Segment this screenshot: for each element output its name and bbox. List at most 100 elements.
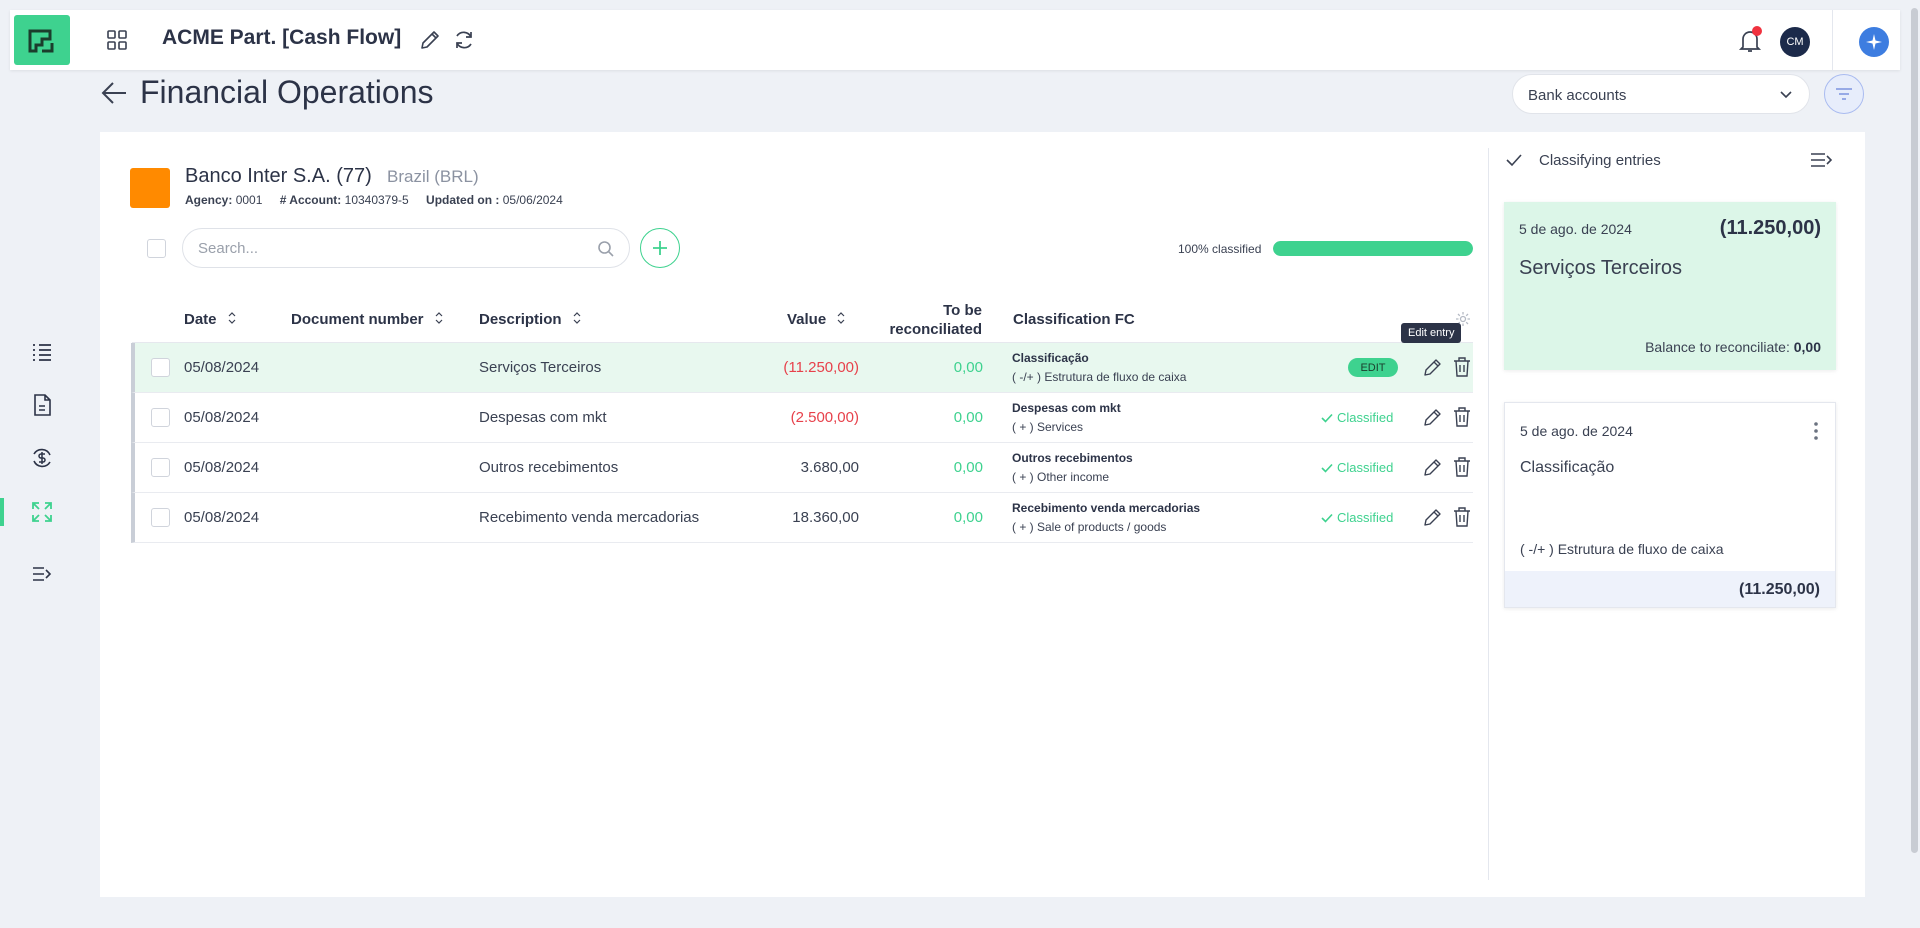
column-header-value[interactable]: Value <box>787 311 846 328</box>
kebab-menu-icon[interactable] <box>1809 421 1823 441</box>
scrollbar-thumb[interactable] <box>1911 8 1918 853</box>
column-header-classification: Classification FC <box>1013 311 1135 328</box>
row-classification-title: Despesas com mkt <box>1012 401 1121 415</box>
edit-entry-pencil-icon[interactable] <box>1422 356 1444 378</box>
app-logo[interactable] <box>14 15 70 65</box>
column-header-document[interactable]: Document number <box>291 311 444 328</box>
column-header-to-reconcile: To be reconciliated <box>889 302 982 338</box>
edit-status-badge[interactable]: EDIT <box>1348 358 1398 377</box>
page-title: Financial Operations <box>140 74 434 110</box>
classified-progress-bar <box>1273 241 1473 256</box>
sort-icon <box>435 312 443 324</box>
delete-trash-icon[interactable] <box>1452 356 1472 378</box>
edit-entry-pencil-icon[interactable] <box>1422 406 1444 428</box>
table-row[interactable]: 05/08/2024 Serviços Terceiros (11.250,00… <box>131 343 1473 393</box>
row-value: 18.360,00 <box>792 509 859 526</box>
agency-label: Agency: <box>185 193 233 207</box>
classification-subtitle: ( -/+ ) Estrutura de fluxo de caixa <box>1520 541 1724 557</box>
updated-label: Updated on : <box>426 193 500 207</box>
row-checkbox[interactable] <box>151 458 170 477</box>
row-to-reconcile: 0,00 <box>953 509 983 526</box>
delete-trash-icon[interactable] <box>1452 406 1472 428</box>
row-checkbox[interactable] <box>151 358 170 377</box>
money-cycle-icon <box>33 448 51 468</box>
bank-meta: Agency: 0001 # Account: 10340379-5 Updat… <box>185 193 563 207</box>
check-icon <box>1506 154 1522 167</box>
nav-cash-flow[interactable] <box>28 444 56 472</box>
sort-icon <box>573 312 581 324</box>
edit-title-pencil-icon[interactable] <box>418 28 442 52</box>
table-row[interactable]: 05/08/2024 Recebimento venda mercadorias… <box>131 493 1473 543</box>
sort-icon <box>228 312 236 324</box>
sparkle-icon <box>1866 34 1882 50</box>
ai-assistant-button[interactable] <box>1859 27 1889 57</box>
search-icon[interactable] <box>597 240 615 258</box>
filter-icon <box>1836 88 1852 100</box>
back-arrow-icon[interactable] <box>100 80 128 106</box>
sort-icon <box>837 312 845 324</box>
delete-trash-icon[interactable] <box>1452 506 1472 528</box>
row-classification-sub: ( + ) Sale of products / goods <box>1012 520 1167 534</box>
entry-description: Serviços Terceiros <box>1519 257 1683 279</box>
classification-footer: (11.250,00) <box>1505 571 1835 607</box>
row-checkbox[interactable] <box>151 408 170 427</box>
select-all-checkbox[interactable] <box>147 239 166 258</box>
app-title: ACME Part. [Cash Flow] <box>162 26 402 49</box>
classification-card[interactable]: 5 de ago. de 2024 Classificação ( -/+ ) … <box>1504 402 1836 608</box>
check-icon <box>1321 463 1333 473</box>
add-entry-button[interactable] <box>640 228 680 268</box>
top-bar: ACME Part. [Cash Flow] CM <box>10 10 1900 70</box>
user-avatar[interactable]: CM <box>1780 27 1810 57</box>
classification-amount: (11.250,00) <box>1739 581 1820 598</box>
edit-entry-tooltip: Edit entry <box>1401 323 1462 343</box>
nav-reconciliation[interactable] <box>28 498 56 526</box>
row-classification-sub: ( -/+ ) Estrutura de fluxo de caixa <box>1012 370 1187 384</box>
table-row[interactable]: 05/08/2024 Despesas com mkt (2.500,00) 0… <box>131 393 1473 443</box>
account-value: 10340379-5 <box>344 193 409 207</box>
row-description: Recebimento venda mercadorias <box>479 509 700 526</box>
row-date: 05/08/2024 <box>184 509 260 526</box>
search-box[interactable] <box>182 228 630 268</box>
table-row[interactable]: 05/08/2024 Outros recebimentos 3.680,00 … <box>131 443 1473 493</box>
row-description: Outros recebimentos <box>479 459 619 476</box>
nav-collapse[interactable] <box>28 560 56 588</box>
list-icon <box>33 344 51 361</box>
progress-label: 100% classified <box>1178 242 1262 256</box>
bank-country: Brazil (BRL) <box>387 167 479 186</box>
refresh-icon[interactable] <box>452 28 476 52</box>
classification-title: Classificação <box>1520 459 1615 476</box>
classified-status: Classified <box>1321 510 1393 525</box>
bank-accounts-select[interactable]: Bank accounts <box>1512 74 1810 114</box>
bank-name: Banco Inter S.A. (77) <box>185 165 372 187</box>
row-to-reconcile: 0,00 <box>953 409 983 426</box>
collapse-panel-icon[interactable] <box>1810 150 1834 170</box>
entry-date: 5 de ago. de 2024 <box>1519 221 1632 237</box>
plus-icon <box>653 241 667 255</box>
filter-button[interactable] <box>1824 74 1864 114</box>
apps-grid-icon[interactable] <box>106 29 128 51</box>
row-classification-sub: ( + ) Other income <box>1012 470 1110 484</box>
row-date: 05/08/2024 <box>184 409 260 426</box>
search-input[interactable] <box>198 240 578 257</box>
row-to-reconcile: 0,00 <box>953 459 983 476</box>
row-checkbox[interactable] <box>151 508 170 527</box>
row-to-reconcile: 0,00 <box>953 359 983 376</box>
nav-documents[interactable] <box>28 391 56 419</box>
selected-entry-card[interactable]: 5 de ago. de 2024 (11.250,00) Serviços T… <box>1504 202 1836 370</box>
row-value: (11.250,00) <box>783 359 859 376</box>
logo-icon <box>28 29 54 53</box>
edit-entry-pencil-icon[interactable] <box>1422 506 1444 528</box>
progress-fill <box>1273 241 1473 256</box>
classified-status: Classified <box>1321 460 1393 475</box>
delete-trash-icon[interactable] <box>1452 456 1472 478</box>
column-header-description[interactable]: Description <box>479 311 582 328</box>
document-icon <box>34 394 51 416</box>
chevron-down-icon <box>1780 91 1792 99</box>
row-date: 05/08/2024 <box>184 359 260 376</box>
updated-value: 05/06/2024 <box>502 193 563 207</box>
nav-list[interactable] <box>28 338 56 366</box>
column-header-date[interactable]: Date <box>184 311 237 328</box>
nav-active-indicator <box>0 498 4 526</box>
edit-entry-pencil-icon[interactable] <box>1422 456 1444 478</box>
panel-title: Classifying entries <box>1539 152 1661 169</box>
